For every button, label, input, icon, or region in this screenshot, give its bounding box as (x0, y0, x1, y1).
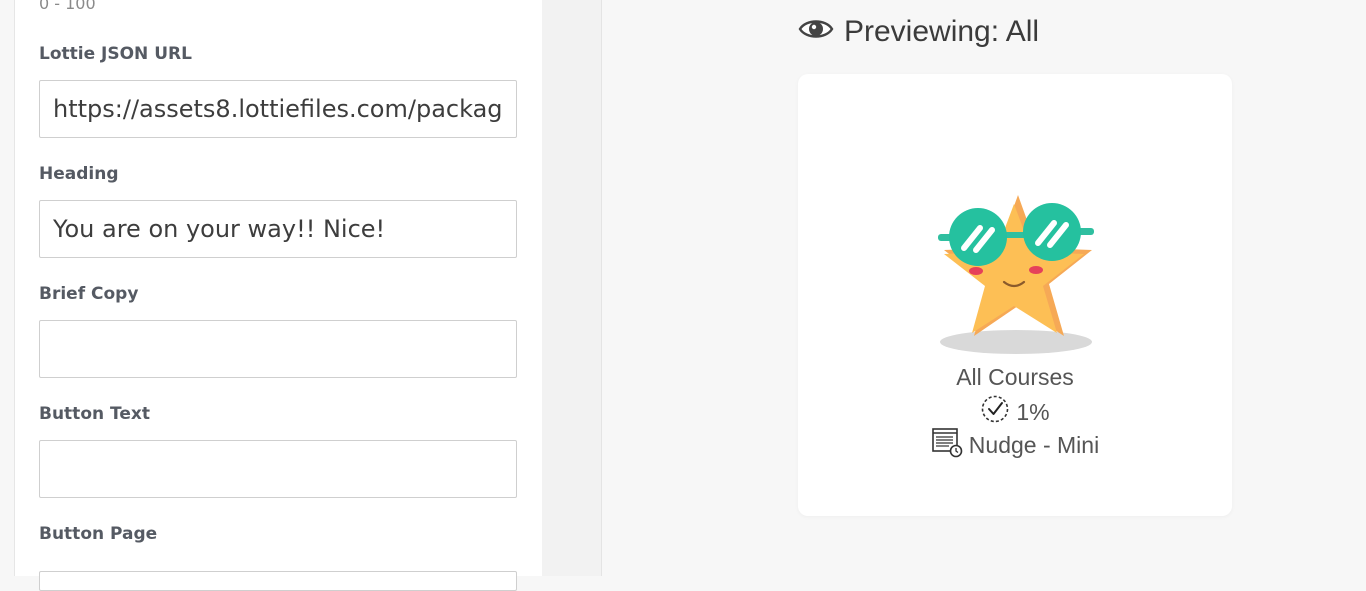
panel-divider (542, 0, 602, 576)
preview-panel: Previewing: All All Courses 1% Nudge - M… (602, 0, 1366, 576)
brief-copy-input[interactable] (39, 320, 517, 378)
button-page-label: Button Page (39, 524, 158, 544)
brief-copy-label: Brief Copy (39, 284, 139, 304)
lottie-url-label: Lottie JSON URL (39, 44, 192, 64)
document-clock-icon (931, 426, 963, 464)
star-glasses-illustration (938, 195, 1094, 354)
check-circle-icon (980, 394, 1010, 430)
heading-label: Heading (39, 164, 119, 184)
button-page-select[interactable] (39, 571, 517, 591)
progress-row: 1% (798, 394, 1232, 430)
lottie-url-input[interactable] (39, 80, 517, 138)
button-text-input[interactable] (39, 440, 517, 498)
settings-form-panel: 0 - 100 Lottie JSON URL Heading Brief Co… (14, 0, 544, 591)
content-type-row: Nudge - Mini (798, 426, 1232, 464)
heading-input[interactable] (39, 200, 517, 258)
preview-title: Previewing: All (844, 15, 1040, 48)
range-hint: 0 - 100 (39, 0, 96, 13)
button-text-label: Button Text (39, 404, 150, 424)
content-type-label: Nudge - Mini (968, 431, 1100, 458)
course-preview-card[interactable]: All Courses 1% Nudge - Mini (798, 74, 1232, 516)
eye-icon (798, 15, 834, 49)
preview-header: Previewing: All (798, 12, 1039, 52)
progress-value: 1% (1016, 398, 1050, 425)
card-title: All Courses (956, 364, 1074, 390)
